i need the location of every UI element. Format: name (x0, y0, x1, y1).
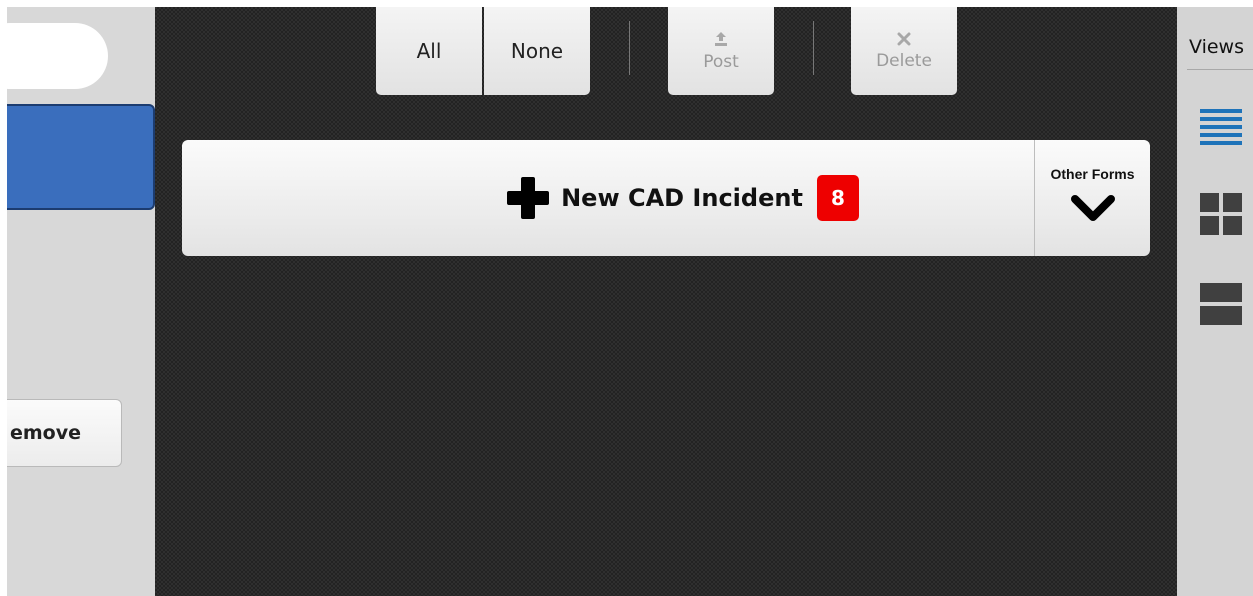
views-panel: Views (1177, 7, 1253, 596)
post-button[interactable]: Post (668, 7, 774, 95)
new-cad-incident-button[interactable]: New CAD Incident 8 (182, 140, 1034, 256)
select-none-button[interactable]: None (484, 7, 590, 95)
main-area: All None Post Delete New CAD Incident 8 … (155, 7, 1177, 596)
upload-icon (713, 31, 729, 50)
new-cad-incident-label: New CAD Incident (561, 184, 803, 212)
plus-icon (507, 177, 550, 219)
list-view-icon[interactable] (1200, 109, 1242, 149)
app-frame: emove All None Post Delete New CAD Incid… (7, 7, 1253, 596)
count-badge: 8 (816, 175, 859, 221)
delete-button[interactable]: Delete (851, 7, 957, 95)
select-none-label: None (510, 39, 564, 63)
selected-list-item[interactable] (7, 104, 155, 210)
post-label: Post (703, 51, 739, 72)
split-view-icon[interactable] (1200, 283, 1242, 325)
other-forms-dropdown[interactable]: Other Forms (1034, 140, 1150, 256)
toolbar-divider (813, 21, 814, 75)
views-divider (1187, 69, 1253, 70)
search-input[interactable] (7, 23, 108, 89)
toolbar-divider (629, 21, 630, 75)
select-all-label: All (416, 39, 442, 63)
chevron-down-icon (1070, 194, 1116, 228)
views-label: Views (1189, 36, 1244, 58)
grid-view-icon[interactable] (1200, 193, 1242, 235)
remove-button-label: emove (9, 422, 81, 444)
left-panel: emove (7, 7, 155, 596)
remove-button[interactable]: emove (7, 399, 122, 467)
close-icon (897, 32, 911, 49)
delete-label: Delete (876, 50, 932, 71)
select-all-button[interactable]: All (376, 7, 482, 95)
other-forms-label: Other Forms (1050, 166, 1135, 182)
